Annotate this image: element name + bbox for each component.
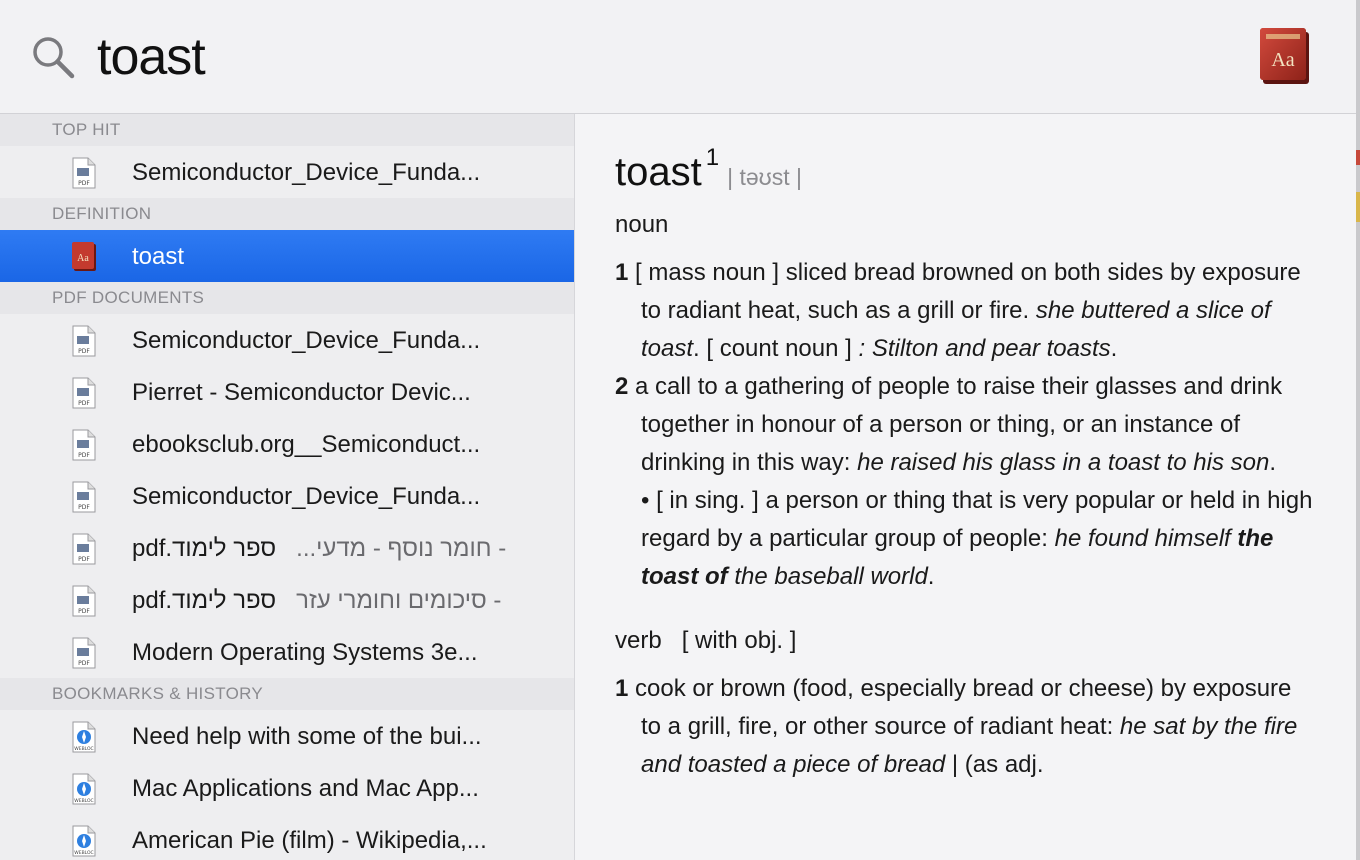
result-label-main: pdf.ספר לימוד bbox=[132, 587, 277, 614]
webloc-file-icon: WEBLOC bbox=[72, 825, 96, 857]
search-bar: Aa bbox=[0, 0, 1356, 114]
dictionary-app-icon: Aa bbox=[1260, 28, 1309, 84]
result-row[interactable]: PDF Semiconductor_Device_Funda... bbox=[0, 146, 574, 198]
pdf-file-icon: PDF bbox=[72, 157, 96, 189]
result-row[interactable]: WEBLOC American Pie (film) - Wikipedia,.… bbox=[0, 814, 574, 860]
result-row[interactable]: PDF ebooksclub.org__Semiconduct... bbox=[0, 418, 574, 470]
pdf-file-icon: PDF bbox=[72, 533, 96, 565]
results-list: TOP HIT PDF Semiconductor_Device_Funda..… bbox=[0, 114, 575, 860]
result-row[interactable]: PDF Semiconductor_Device_Funda... bbox=[0, 470, 574, 522]
webloc-file-icon: WEBLOC bbox=[72, 773, 96, 805]
sense-number: 2 bbox=[615, 373, 629, 400]
sense-text: . bbox=[1110, 335, 1118, 362]
result-label: Modern Operating Systems 3e... bbox=[132, 639, 478, 666]
result-row-selected[interactable]: Aa toast bbox=[0, 230, 574, 282]
section-header-pdf-documents: PDF DOCUMENTS bbox=[0, 282, 574, 314]
section-header-definition: DEFINITION bbox=[0, 198, 574, 230]
search-input[interactable] bbox=[97, 22, 1197, 92]
result-row[interactable]: PDF Semiconductor_Device_Funda... bbox=[0, 314, 574, 366]
svg-text:Aa: Aa bbox=[1271, 49, 1294, 71]
example: he found himself bbox=[1054, 525, 1238, 552]
result-label: pdf.ספר לימוד - חומר נוסף - מדעי... bbox=[132, 535, 552, 563]
svg-text:PDF: PDF bbox=[78, 504, 90, 511]
result-label: American Pie (film) - Wikipedia,... bbox=[132, 827, 487, 854]
result-label: pdf.ספר לימוד - סיכומים וחומרי עזר bbox=[132, 587, 552, 615]
webloc-file-icon: WEBLOC bbox=[72, 721, 96, 753]
definition-pane: toast 1| təʊst | noun 1 [ mass noun ] sli… bbox=[575, 114, 1356, 860]
sense-text: . bbox=[1269, 449, 1276, 476]
svg-text:Aa: Aa bbox=[77, 253, 89, 264]
dictionary-icon: Aa bbox=[72, 242, 96, 271]
homograph-number: 1 bbox=[705, 144, 720, 171]
result-row[interactable]: WEBLOC Mac Applications and Mac App... bbox=[0, 762, 574, 814]
sense-text: | (as adj. bbox=[945, 751, 1044, 778]
pdf-file-icon: PDF bbox=[72, 637, 96, 669]
sense-2: 2 a call to a gathering of people to rai… bbox=[615, 368, 1315, 482]
result-label-rtl: - סיכומים וחומרי עזר bbox=[296, 587, 502, 614]
result-label-rtl: - חומר נוסף - מדעי... bbox=[296, 535, 507, 562]
definition-body: noun 1 [ mass noun ] sliced bread browne… bbox=[615, 206, 1315, 784]
example: he raised his glass in a toast to his so… bbox=[857, 449, 1270, 476]
svg-text:PDF: PDF bbox=[78, 660, 90, 667]
result-label: ebooksclub.org__Semiconduct... bbox=[132, 431, 481, 458]
svg-text:WEBLOC: WEBLOC bbox=[74, 850, 93, 856]
svg-text:PDF: PDF bbox=[78, 452, 90, 459]
result-label: Semiconductor_Device_Funda... bbox=[132, 327, 481, 354]
result-row[interactable]: PDF Pierret - Semiconductor Devic... bbox=[0, 366, 574, 418]
pos-label: verb bbox=[615, 627, 662, 654]
subsense: • [ in sing. ] a person or thing that is… bbox=[615, 482, 1315, 596]
part-of-speech-noun: noun bbox=[615, 211, 669, 238]
sense-text: . [ count noun ] bbox=[693, 335, 859, 362]
pdf-file-icon: PDF bbox=[72, 377, 96, 409]
sense-number: 1 bbox=[615, 675, 629, 702]
result-row[interactable]: PDF pdf.ספר לימוד - חומר נוסף - מדעי... bbox=[0, 522, 574, 574]
headword-line: toast 1 | təʊst | bbox=[615, 144, 802, 195]
pdf-file-icon: PDF bbox=[72, 585, 96, 617]
headword: toast bbox=[615, 150, 702, 194]
example: : Stilton and pear toasts bbox=[858, 335, 1111, 362]
section-header-top-hit: TOP HIT bbox=[0, 114, 574, 146]
svg-text:PDF: PDF bbox=[78, 608, 90, 615]
pdf-file-icon: PDF bbox=[72, 325, 96, 357]
pdf-file-icon: PDF bbox=[72, 481, 96, 513]
svg-text:PDF: PDF bbox=[78, 348, 90, 355]
pronunciation: | təʊst | bbox=[727, 164, 802, 190]
verb-sense-1: 1 cook or brown (food, especially bread … bbox=[615, 670, 1315, 784]
svg-text:WEBLOC: WEBLOC bbox=[74, 746, 93, 752]
result-label: toast bbox=[132, 243, 185, 270]
result-row[interactable]: PDF pdf.ספר לימוד - סיכומים וחומרי עזר bbox=[0, 574, 574, 626]
sense-number: 1 bbox=[615, 259, 629, 286]
result-label: Need help with some of the bui... bbox=[132, 723, 482, 750]
result-row[interactable]: WEBLOC Need help with some of the bui... bbox=[0, 710, 574, 762]
sense-1: 1 [ mass noun ] sliced bread browned on … bbox=[615, 254, 1315, 368]
pdf-file-icon: PDF bbox=[72, 429, 96, 461]
example: the baseball world bbox=[727, 563, 928, 590]
svg-text:PDF: PDF bbox=[78, 180, 90, 187]
result-label: Mac Applications and Mac App... bbox=[132, 775, 479, 802]
window-edge bbox=[1356, 0, 1360, 860]
result-label: Semiconductor_Device_Funda... bbox=[132, 159, 481, 186]
part-of-speech-verb: verb [ with obj. ] bbox=[615, 622, 1315, 660]
result-label: Semiconductor_Device_Funda... bbox=[132, 483, 481, 510]
section-header-bookmarks-history: BOOKMARKS & HISTORY bbox=[0, 678, 574, 710]
result-row[interactable]: PDF Modern Operating Systems 3e... bbox=[0, 626, 574, 678]
pos-note: [ with obj. ] bbox=[681, 627, 797, 654]
svg-text:PDF: PDF bbox=[78, 400, 90, 407]
svg-text:WEBLOC: WEBLOC bbox=[74, 798, 93, 804]
result-label: Pierret - Semiconductor Devic... bbox=[132, 379, 471, 406]
sense-text: . bbox=[927, 563, 935, 590]
search-icon bbox=[33, 37, 75, 79]
spotlight-window: Aa TOP HIT PDF Semiconductor_Device_Fund… bbox=[0, 0, 1356, 860]
svg-text:PDF: PDF bbox=[78, 556, 90, 563]
result-label-main: pdf.ספר לימוד bbox=[132, 535, 277, 562]
